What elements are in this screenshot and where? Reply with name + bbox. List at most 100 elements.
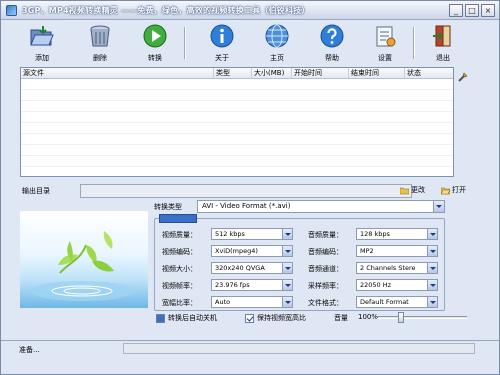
convert-button[interactable]: 转换 [137, 23, 173, 65]
list-item [21, 156, 453, 167]
audio-quality-value: 128 kbps [360, 230, 390, 238]
parameters-tab[interactable] [159, 214, 197, 223]
video-quality-value: 512 kbps [215, 230, 245, 238]
chevron-down-icon[interactable] [282, 297, 292, 307]
audio-quality-label: 音频质量： [308, 231, 343, 239]
chevron-down-icon[interactable] [427, 263, 437, 273]
column-size[interactable]: 大小(MB) [252, 68, 292, 78]
info-icon [210, 24, 234, 48]
sample-rate-select[interactable]: 22050 Hz [356, 279, 438, 291]
home-button[interactable]: 主页 [259, 23, 295, 65]
chevron-down-icon[interactable] [427, 280, 437, 290]
tool-icon[interactable] [457, 71, 469, 83]
status-bar: 准备... [1, 340, 499, 355]
auto-shutdown-checkbox[interactable]: 转换后自动关机 [156, 313, 217, 323]
help-button[interactable]: 帮助 [314, 23, 350, 65]
conversion-type-label: 转换类型 [154, 203, 182, 211]
auto-shutdown-label: 转换后自动关机 [168, 314, 217, 322]
add-button[interactable]: 添加 [24, 23, 60, 65]
chevron-down-icon[interactable] [427, 229, 437, 239]
audio-codec-select[interactable]: MP2 [356, 245, 438, 257]
video-codec-value: XviD(mpeg4) [215, 247, 258, 255]
about-label: 关于 [215, 54, 229, 62]
volume-value: 100% [358, 313, 379, 321]
help-icon [320, 24, 344, 48]
help-label: 帮助 [325, 54, 339, 62]
auto-shutdown-box[interactable] [156, 313, 165, 323]
video-quality-select[interactable]: 512 kbps [211, 228, 293, 240]
title-bar[interactable]: 3GP、MP4视频转换精灵 ——免费，绿色，高效的视频转换工具（伯锐科技） _ … [1, 1, 499, 20]
volume-label: 音量 [334, 314, 348, 322]
about-button[interactable]: 关于 [204, 23, 240, 65]
chevron-down-icon[interactable] [427, 246, 437, 256]
keep-aspect-checkbox[interactable]: 保持视频宽高比 [245, 313, 306, 323]
settings-icon [376, 26, 396, 47]
exit-button[interactable]: 退出 [425, 23, 461, 65]
remove-button[interactable]: 删除 [82, 23, 118, 65]
conversion-type-select[interactable]: AVI - Video Format (*.avi) [197, 200, 445, 213]
settings-button[interactable]: 设置 [367, 23, 403, 65]
toolbar-separator [184, 27, 186, 59]
globe-icon [265, 24, 289, 48]
folder-open-icon [30, 26, 54, 46]
output-directory-label: 输出目录 [22, 187, 50, 195]
restore-button[interactable]: □ [465, 4, 479, 17]
status-text: 准备... [19, 346, 40, 354]
folder-icon [400, 187, 409, 194]
play-icon [143, 24, 167, 48]
list-item [21, 90, 453, 101]
exit-icon [433, 25, 451, 47]
app-window: 3GP、MP4视频转换精灵 ——免费，绿色，高效的视频转换工具（伯锐科技） _ … [0, 0, 500, 375]
list-item [21, 134, 453, 145]
chevron-down-icon[interactable] [282, 280, 292, 290]
trash-icon [90, 25, 110, 47]
minimize-button[interactable]: _ [449, 4, 463, 17]
sample-rate-label: 采样频率： [308, 282, 343, 290]
chevron-down-icon[interactable] [282, 229, 292, 239]
list-item [21, 101, 453, 112]
settings-label: 设置 [378, 54, 392, 62]
video-fps-value: 23.976 fps [215, 281, 250, 289]
water-plant-illustration [30, 231, 134, 301]
chevron-down-icon[interactable] [427, 297, 437, 307]
video-fps-label: 视频帧率： [162, 282, 197, 290]
column-status[interactable]: 状态 [405, 68, 453, 78]
volume-slider[interactable] [377, 312, 467, 323]
chevron-down-icon[interactable] [433, 201, 444, 212]
file-list[interactable]: 源文件 类型 大小(MB) 开始时间 结束时间 状态 [20, 67, 454, 177]
list-item [21, 123, 453, 134]
window-title: 3GP、MP4视频转换精灵 ——免费，绿色，高效的视频转换工具（伯锐科技） [22, 5, 310, 15]
volume-slider-thumb[interactable] [398, 312, 404, 323]
column-start-time[interactable]: 开始时间 [292, 68, 349, 78]
sample-rate-value: 22050 Hz [360, 281, 392, 289]
toolbar: 添加 删除 转换 关于 主页 帮助 设置 退出 [1, 21, 499, 65]
open-button[interactable]: 打开 [441, 185, 466, 195]
audio-channel-value: 2 Channels Stere [360, 264, 416, 272]
column-type[interactable]: 类型 [214, 68, 252, 78]
video-quality-label: 视频质量： [162, 231, 197, 239]
list-item [21, 112, 453, 123]
keep-aspect-label: 保持视频宽高比 [257, 314, 306, 322]
column-source-file[interactable]: 源文件 [21, 68, 214, 78]
keep-aspect-box[interactable] [245, 313, 254, 323]
aspect-ratio-label: 宽幅比率： [162, 299, 197, 307]
video-codec-select[interactable]: XviD(mpeg4) [211, 245, 293, 257]
output-directory-field[interactable] [80, 184, 412, 198]
parameters-group: 视频质量： 512 kbps 音频质量： 128 kbps 视频编码： XviD… [154, 214, 445, 311]
file-format-select[interactable]: Default Format [356, 296, 438, 308]
audio-quality-select[interactable]: 128 kbps [356, 228, 438, 240]
video-size-value: 320x240 QVGA [215, 264, 265, 272]
video-size-select[interactable]: 320x240 QVGA [211, 262, 293, 274]
progress-field [123, 343, 475, 354]
add-label: 添加 [35, 54, 49, 62]
column-end-time[interactable]: 结束时间 [349, 68, 405, 78]
audio-channel-select[interactable]: 2 Channels Stere [356, 262, 438, 274]
chevron-down-icon[interactable] [282, 263, 292, 273]
change-button[interactable]: 更改 [400, 185, 425, 195]
video-codec-label: 视频编码： [162, 248, 197, 256]
aspect-ratio-select[interactable]: Auto [211, 296, 293, 308]
chevron-down-icon[interactable] [282, 246, 292, 256]
video-fps-select[interactable]: 23.976 fps [211, 279, 293, 291]
window-controls: _ □ × [449, 4, 495, 17]
close-button[interactable]: × [481, 4, 495, 17]
